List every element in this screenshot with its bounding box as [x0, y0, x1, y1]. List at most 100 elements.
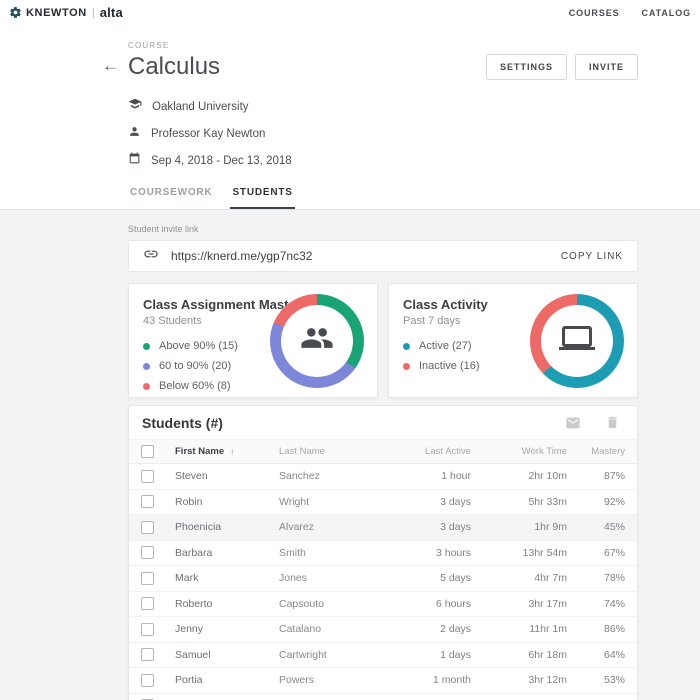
mastery-donut-chart	[270, 294, 364, 388]
invite-link-bar: https://knerd.me/ygp7nc32 COPY LINK	[128, 240, 638, 272]
col-mastery[interactable]: Mastery	[567, 446, 625, 457]
row-checkbox[interactable]	[141, 521, 154, 534]
cell-last-name: Capsouto	[279, 598, 375, 610]
cell-last-name: Smith	[279, 547, 375, 559]
legend-dot-purple	[143, 363, 150, 370]
school-icon	[128, 97, 142, 116]
cell-first-name: Barbara	[175, 547, 279, 559]
cell-mastery: 74%	[567, 598, 625, 610]
course-header-section: COURSE ← Calculus SETTINGS INVITE Oaklan…	[0, 25, 700, 210]
row-checkbox[interactable]	[141, 572, 154, 585]
table-row[interactable]: Samuel Cartwright 1 days 6hr 18m 64%	[129, 643, 637, 669]
cell-work-time: 1hr 9m	[471, 521, 567, 533]
copy-link-button[interactable]: COPY LINK	[561, 251, 623, 262]
course-dates-row: Sep 4, 2018 - Dec 13, 2018	[128, 152, 638, 170]
knewton-alta-logo[interactable]: KNEWTON | alta	[9, 5, 123, 20]
cell-last-active: 5 days	[375, 572, 471, 584]
cell-last-name: Catalano	[279, 623, 375, 635]
cell-work-time: 4hr 7m	[471, 572, 567, 584]
cell-mastery: 87%	[567, 470, 625, 482]
students-panel-title: Students (#)	[142, 415, 223, 431]
table-row[interactable]: Robin Wright 3 days 5hr 33m 92%	[129, 490, 637, 516]
cell-last-name: Jones	[279, 572, 375, 584]
cell-last-active: 3 days	[375, 521, 471, 533]
trash-icon[interactable]	[605, 415, 620, 431]
top-nav: COURSES CATALOG	[569, 8, 691, 18]
col-first-name-label: First Name	[175, 446, 224, 457]
table-row[interactable]: Jenny Catalano 2 days 11hr 1m 86%	[129, 617, 637, 643]
cell-last-name: Cartwright	[279, 649, 375, 661]
legend-label: 60 to 90% (20)	[159, 360, 231, 372]
table-row[interactable]: Steven Sanchez 1 hour 2hr 10m 87%	[129, 464, 637, 490]
row-checkbox[interactable]	[141, 495, 154, 508]
course-tabs: COURSEWORK STUDENTS	[128, 187, 638, 209]
table-row[interactable]: Caleb Adams 4 days 5hr 47m 79%	[129, 694, 637, 700]
course-dates: Sep 4, 2018 - Dec 13, 2018	[151, 155, 292, 167]
invite-button[interactable]: INVITE	[575, 54, 638, 80]
cell-mastery: 64%	[567, 649, 625, 661]
cell-mastery: 78%	[567, 572, 625, 584]
page-title: Calculus	[128, 53, 220, 81]
col-last-active[interactable]: Last Active	[375, 446, 471, 457]
invite-link-label: Student invite link	[128, 224, 638, 234]
cell-last-name: Wright	[279, 496, 375, 508]
col-work-time[interactable]: Work Time	[471, 446, 567, 457]
cell-first-name: Portia	[175, 674, 279, 686]
row-checkbox[interactable]	[141, 674, 154, 687]
sort-ascending-icon[interactable]: ↑	[230, 447, 235, 457]
cell-last-name: Powers	[279, 674, 375, 686]
legend-dot-green	[143, 343, 150, 350]
students-panel: Students (#)	[128, 405, 638, 700]
cell-first-name: Jenny	[175, 623, 279, 635]
brand-name: KNEWTON	[26, 7, 87, 19]
row-checkbox[interactable]	[141, 546, 154, 559]
tab-students[interactable]: STUDENTS	[230, 187, 294, 209]
table-row[interactable]: Barbara Smith 3 hours 13hr 54m 67%	[129, 541, 637, 567]
cell-first-name: Phoenicia	[175, 521, 279, 533]
legend-label: Above 90% (15)	[159, 340, 238, 352]
table-row[interactable]: Mark Jones 5 days 4hr 7m 78%	[129, 566, 637, 592]
mail-icon[interactable]	[565, 415, 581, 431]
table-row[interactable]: Roberto Capsouto 6 hours 3hr 17m 74%	[129, 592, 637, 618]
cell-last-active: 2 days	[375, 623, 471, 635]
settings-button[interactable]: SETTINGS	[486, 54, 567, 80]
link-icon	[143, 246, 159, 267]
people-icon	[300, 321, 334, 360]
person-icon	[128, 125, 141, 143]
cell-work-time: 11hr 1m	[471, 623, 567, 635]
row-checkbox[interactable]	[141, 648, 154, 661]
table-row[interactable]: Phoenicia Alvarez 3 days 1hr 9m 45%	[129, 515, 637, 541]
nav-courses[interactable]: COURSES	[569, 8, 620, 18]
cell-work-time: 2hr 10m	[471, 470, 567, 482]
row-checkbox[interactable]	[141, 623, 154, 636]
cell-first-name: Robin	[175, 496, 279, 508]
cell-last-active: 1 days	[375, 649, 471, 661]
cell-first-name: Mark	[175, 572, 279, 584]
row-checkbox[interactable]	[141, 470, 154, 483]
legend-label: Below 60% (8)	[159, 380, 231, 392]
cell-mastery: 67%	[567, 547, 625, 559]
cell-last-active: 3 days	[375, 496, 471, 508]
tab-coursework[interactable]: COURSEWORK	[128, 187, 214, 209]
course-meta: Oakland University Professor Kay Newton …	[128, 97, 638, 170]
legend-label: Inactive (16)	[419, 360, 480, 372]
gear-icon	[9, 6, 22, 19]
course-professor-row: Professor Kay Newton	[128, 125, 638, 143]
select-all-checkbox[interactable]	[141, 445, 154, 458]
mastery-card: Class Assignment Mastery 43 Students Abo…	[128, 283, 378, 398]
calendar-icon	[128, 152, 141, 170]
legend-dot-teal	[403, 343, 410, 350]
brand-sub: alta	[100, 5, 123, 20]
cell-last-active: 1 month	[375, 674, 471, 686]
back-arrow-icon[interactable]: ←	[102, 57, 119, 74]
table-row[interactable]: Portia Powers 1 month 3hr 12m 53%	[129, 668, 637, 694]
cell-mastery: 53%	[567, 674, 625, 686]
cell-last-name: Alvarez	[279, 521, 375, 533]
legend-dot-red	[403, 363, 410, 370]
nav-catalog[interactable]: CATALOG	[642, 8, 691, 18]
table-header-row: First Name ↑ Last Name Last Active Work …	[129, 439, 637, 464]
cell-mastery: 92%	[567, 496, 625, 508]
col-last-name[interactable]: Last Name	[279, 446, 375, 457]
col-first-name[interactable]: First Name ↑	[175, 446, 279, 457]
row-checkbox[interactable]	[141, 597, 154, 610]
